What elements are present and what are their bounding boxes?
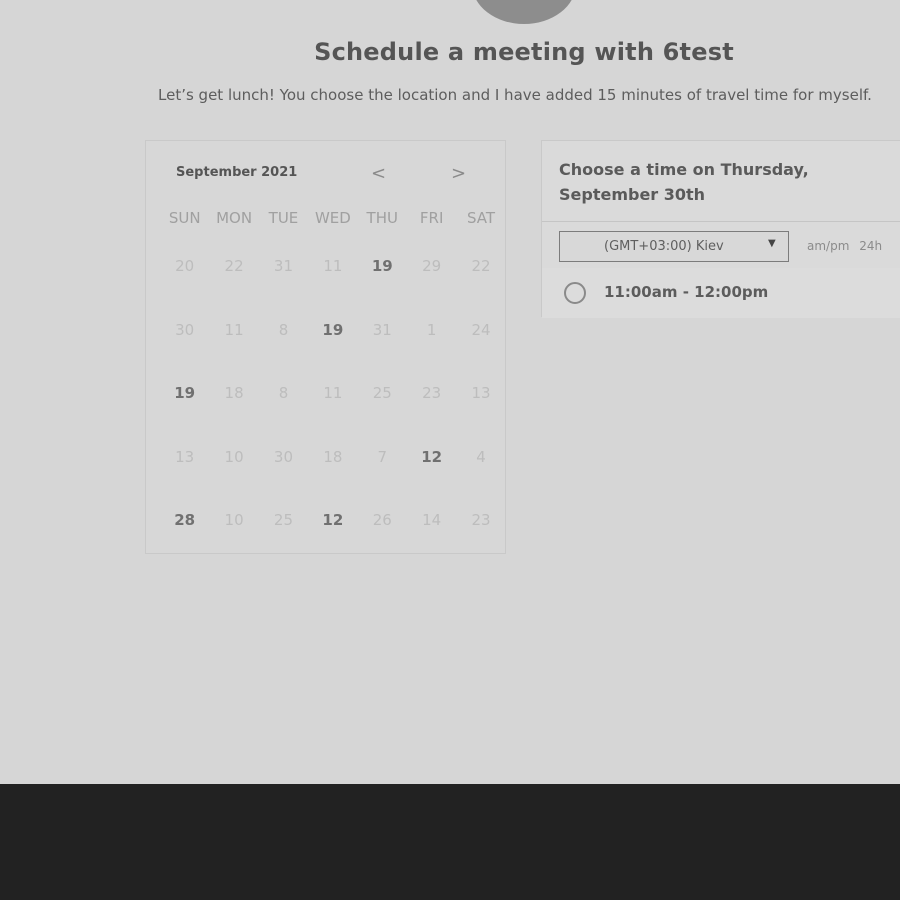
weekday-label: MON	[216, 209, 253, 227]
calendar-day[interactable]: 19	[358, 251, 407, 315]
calendar-day: 18	[224, 384, 244, 402]
weekday-header: SUN MON TUE WED THU FRI SAT	[160, 209, 506, 227]
time-slot-label: 11:00am - 12:00pm	[604, 283, 769, 301]
page-subtitle: Let’s get lunch! You choose the location…	[158, 86, 872, 104]
weekday-label: THU	[366, 209, 398, 227]
chevron-left-icon[interactable]: <	[371, 165, 386, 183]
format-ampm-option[interactable]: am/pm	[807, 239, 849, 253]
calendar-day: 10	[224, 511, 244, 529]
calendar-day[interactable]: 19	[160, 378, 209, 442]
calendar-day[interactable]: 19	[308, 315, 357, 379]
calendar-day: 31	[273, 257, 294, 275]
time-format-toggle: am/pm 24h	[807, 239, 882, 253]
format-24h-option[interactable]: 24h	[859, 239, 882, 253]
calendar-day: 23	[471, 511, 491, 529]
calendar-day: 29	[422, 257, 442, 275]
timezone-value: (GMT+03:00) Kiev	[604, 239, 724, 254]
timezone-select[interactable]: (GMT+03:00) Kiev ▼	[559, 231, 789, 262]
calendar-day: 18	[323, 447, 343, 466]
calendar-day: 14	[422, 511, 442, 529]
weekday-label: SUN	[168, 209, 201, 227]
calendar-day: 22	[224, 257, 244, 275]
weekday-label: TUE	[268, 209, 299, 227]
calendar-day: 13	[471, 384, 491, 402]
calendar-day: 30	[273, 447, 294, 466]
calendar-day[interactable]: 28	[160, 505, 209, 569]
radio-icon[interactable]	[564, 282, 586, 304]
divider	[542, 221, 900, 222]
calendar-day: 23	[422, 384, 442, 402]
time-panel: Choose a time on Thursday, September 30t…	[541, 140, 900, 318]
calendar-day: 10	[224, 447, 244, 466]
chevron-down-icon: ▼	[768, 238, 776, 249]
calendar-day: 1	[426, 320, 437, 339]
calendar-day: 8	[278, 384, 289, 402]
chevron-right-icon[interactable]: >	[451, 165, 466, 183]
calendar-day: 30	[175, 320, 195, 339]
calendar-day: 13	[175, 447, 195, 466]
calendar-day: 11	[323, 384, 343, 402]
calendar-day: 20	[175, 257, 195, 275]
footer-bar	[0, 784, 900, 900]
calendar-day: 25	[372, 384, 392, 402]
calendar-day: 24	[471, 320, 491, 339]
weekday-label: FRI	[419, 209, 444, 227]
calendar-month-label: September 2021	[176, 165, 298, 180]
calendar-day[interactable]: 12	[308, 505, 357, 569]
calendar-day: 11	[323, 257, 343, 275]
calendar-day: 8	[278, 320, 289, 339]
calendar-day[interactable]: 12	[407, 442, 456, 506]
weekday-label: SAT	[467, 209, 496, 227]
calendar-day: 22	[471, 257, 491, 275]
calendar-day: 26	[372, 511, 392, 529]
calendar-day: 4	[476, 447, 486, 466]
calendar-day: 7	[377, 447, 388, 466]
calendar-day-grid: 20 22 31 11 19 29 22 30 11 8 19 31 1 24 19 18 8 11 25 23 13 1…	[160, 251, 506, 569]
time-slot-row[interactable]: 11:00am - 12:00pm	[542, 268, 900, 318]
calendar-day: 25	[273, 511, 294, 529]
time-panel-heading: Choose a time on Thursday, September 30t…	[559, 160, 809, 204]
calendar-day: 31	[372, 320, 392, 339]
page-title: Schedule a meeting with 6test	[314, 38, 734, 66]
weekday-label: WED	[314, 209, 351, 227]
calendar-day: 11	[224, 320, 244, 339]
host-avatar	[472, 0, 576, 24]
calendar: September 2021 < > SUN MON TUE WED THU FRI SAT…	[145, 140, 506, 554]
